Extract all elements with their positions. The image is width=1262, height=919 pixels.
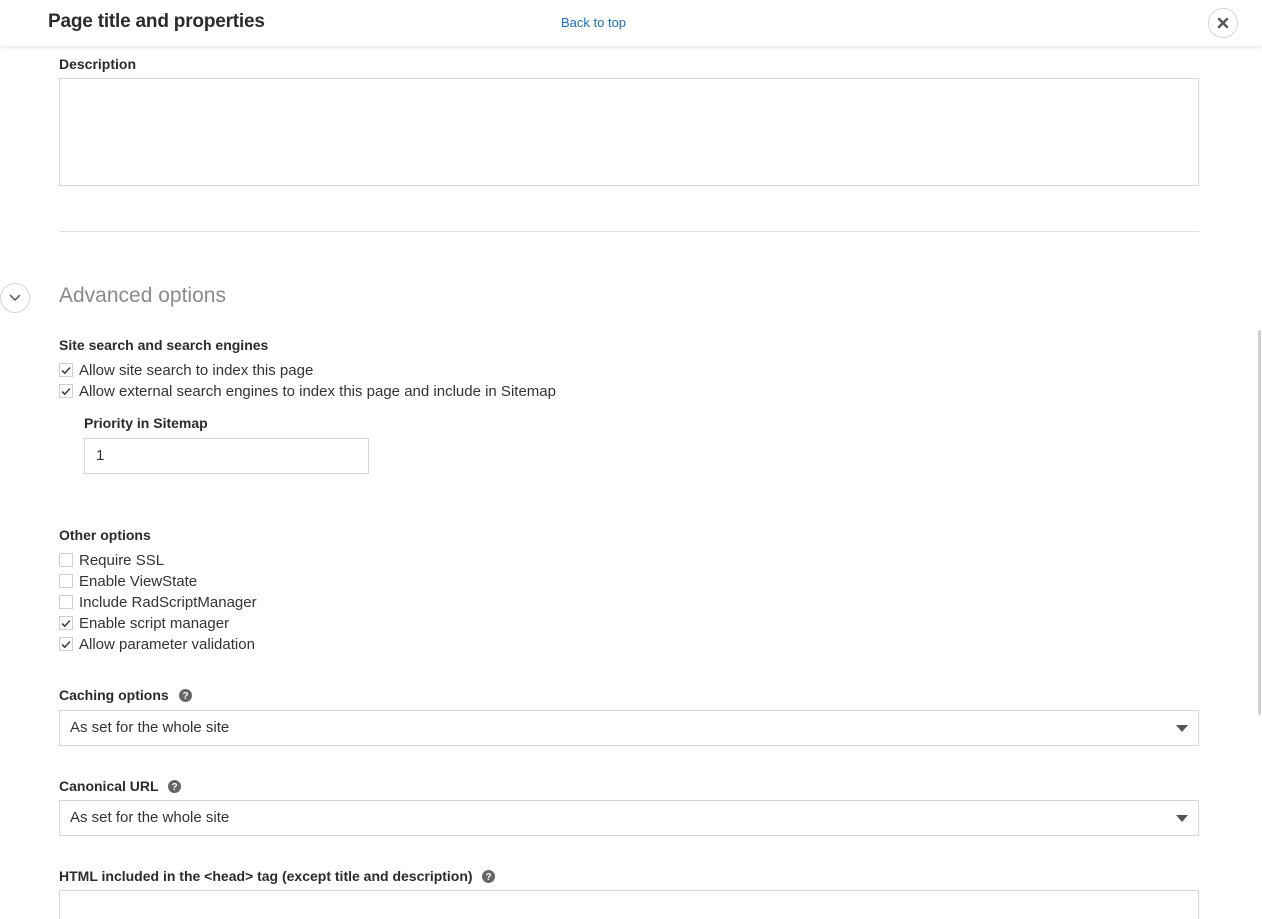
allow-parameter-validation-option[interactable]: Allow parameter validation [59,634,255,654]
include-radscriptmanager-label: Include RadScriptManager [79,593,257,611]
include-radscriptmanager-checkbox[interactable] [59,595,73,609]
caret-down-icon [1176,815,1188,822]
head-html-label: HTML included in the <head> tag (except … [59,868,473,884]
enable-viewstate-option[interactable]: Enable ViewState [59,571,197,591]
back-to-top-link[interactable]: Back to top [561,15,626,30]
help-icon[interactable]: ? [482,869,496,883]
help-icon[interactable]: ? [168,779,182,793]
checkmark-icon [61,640,71,648]
head-html-label-row: HTML included in the <head> tag (except … [59,868,496,884]
head-html-textarea[interactable] [59,890,1199,919]
chevron-down-icon [9,294,21,301]
priority-sitemap-input[interactable]: 1 [84,438,369,474]
enable-viewstate-checkbox[interactable] [59,574,73,588]
page-title: Page title and properties [48,11,265,32]
svg-text:?: ? [172,782,178,793]
advanced-options-heading: Advanced options [59,284,226,307]
enable-script-manager-checkbox[interactable] [59,616,73,630]
advanced-options-toggle[interactable] [0,283,30,313]
canonical-url-select[interactable]: As set for the whole site [59,800,1199,836]
enable-script-manager-option[interactable]: Enable script manager [59,613,229,633]
enable-script-manager-label: Enable script manager [79,614,230,632]
priority-sitemap-label: Priority in Sitemap [84,415,208,431]
allow-parameter-validation-checkbox[interactable] [59,637,73,651]
description-textarea[interactable] [59,78,1199,186]
require-ssl-option[interactable]: Require SSL [59,550,164,570]
description-label: Description [59,56,137,72]
require-ssl-checkbox[interactable] [59,553,73,567]
caret-down-icon [1176,725,1188,732]
allow-external-search-checkbox[interactable] [59,384,73,398]
allow-site-search-label: Allow site search to index this page [79,361,314,379]
require-ssl-label: Require SSL [79,551,165,569]
allow-site-search-option[interactable]: Allow site search to index this page [59,360,313,380]
checkmark-icon [61,619,71,627]
section-divider [59,231,1199,232]
top-bar: Page title and properties Back to top [0,0,1262,46]
checkmark-icon [61,366,71,374]
allow-external-search-option[interactable]: Allow external search engines to index t… [59,381,556,401]
allow-external-search-label: Allow external search engines to index t… [79,382,556,400]
include-radscriptmanager-option[interactable]: Include RadScriptManager [59,592,257,612]
scrollbar[interactable] [1258,330,1261,715]
allow-parameter-validation-label: Allow parameter validation [79,635,255,653]
enable-viewstate-label: Enable ViewState [79,572,198,590]
caching-options-select[interactable]: As set for the whole site [59,710,1199,746]
help-icon[interactable]: ? [178,688,192,702]
canonical-url-value: As set for the whole site [70,809,230,826]
canonical-url-label: Canonical URL [59,778,159,794]
allow-site-search-checkbox[interactable] [59,363,73,377]
other-options-label: Other options [59,527,151,543]
canonical-url-label-row: Canonical URL ? [59,778,182,794]
close-button[interactable] [1208,8,1238,38]
svg-text:?: ? [182,691,188,702]
caching-options-label: Caching options [59,687,169,703]
close-icon [1217,17,1229,29]
caching-options-label-row: Caching options ? [59,687,192,703]
svg-text:?: ? [486,872,492,883]
site-search-label: Site search and search engines [59,337,269,353]
checkmark-icon [61,387,71,395]
caching-options-value: As set for the whole site [70,719,230,736]
